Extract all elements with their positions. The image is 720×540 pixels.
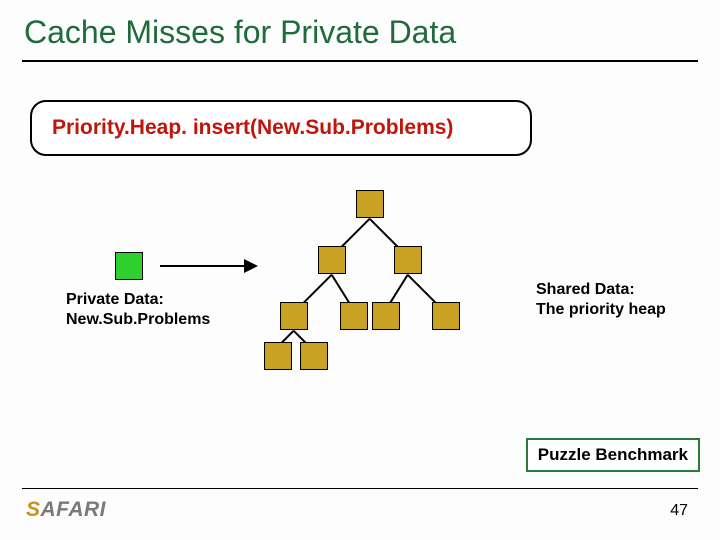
shared-data-label: Shared Data: The priority heap (536, 280, 666, 320)
heap-node (264, 342, 292, 370)
arrow-line (160, 265, 246, 267)
heap-node (300, 342, 328, 370)
title-underline (22, 60, 698, 62)
shared-label-line1: Shared Data: (536, 281, 635, 298)
heap-node (356, 190, 384, 218)
heap-node (340, 302, 368, 330)
footer-rule (22, 488, 698, 489)
code-callout: Priority.Heap. insert(New.Sub.Problems) (30, 100, 532, 156)
private-label-line1: Private Data: (66, 291, 164, 308)
private-data-node (115, 252, 143, 280)
logo-rest: AFARI (41, 498, 107, 521)
heap-node (372, 302, 400, 330)
arrow-head-icon (244, 259, 258, 273)
page-number: 47 (670, 502, 688, 520)
heap-node (394, 246, 422, 274)
benchmark-label-box: Puzzle Benchmark (526, 438, 700, 472)
logo-first-letter: S (26, 498, 41, 521)
heap-node (280, 302, 308, 330)
private-label-line2: New.Sub.Problems (66, 311, 210, 328)
slide-title: Cache Misses for Private Data (24, 14, 456, 51)
safari-logo: SAFARI (26, 498, 106, 522)
shared-label-line2: The priority heap (536, 301, 666, 318)
private-data-label: Private Data: New.Sub.Problems (66, 290, 210, 330)
heap-node (318, 246, 346, 274)
heap-node (432, 302, 460, 330)
insert-arrow (160, 265, 260, 267)
heap-tree (260, 190, 480, 360)
